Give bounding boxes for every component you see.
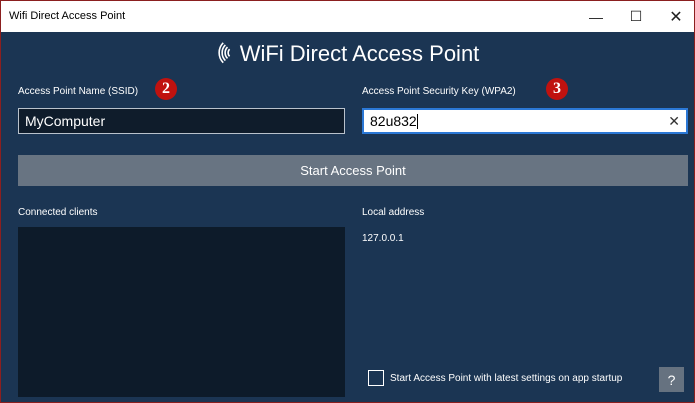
clear-icon[interactable]: ✕ [668, 113, 680, 130]
ssid-value: MyComputer [25, 113, 106, 129]
app-heading: WiFi Direct Access Point [1, 41, 694, 67]
local-address-label: Local address [362, 207, 425, 218]
ssid-input[interactable]: MyComputer [18, 108, 345, 134]
key-callout-badge: 3 [546, 78, 568, 100]
local-address-value: 127.0.0.1 [362, 233, 404, 244]
startup-option-label: Start Access Point with latest settings … [390, 372, 623, 384]
connected-clients-list[interactable] [18, 227, 345, 397]
key-label: Access Point Security Key (WPA2) [362, 86, 516, 97]
help-button[interactable]: ? [659, 367, 684, 392]
window-title: Wifi Direct Access Point [9, 10, 126, 22]
ssid-callout-badge: 2 [155, 78, 177, 100]
connected-clients-label: Connected clients [18, 207, 98, 218]
startup-option[interactable]: Start Access Point with latest settings … [368, 370, 622, 386]
wifi-icon [210, 40, 239, 69]
close-button[interactable]: ✕ [656, 1, 694, 32]
ssid-label: Access Point Name (SSID) [18, 86, 139, 97]
start-access-point-button[interactable]: Start Access Point [18, 155, 688, 186]
key-input[interactable]: 82u832 ✕ [362, 108, 688, 134]
app-heading-text: WiFi Direct Access Point [239, 41, 480, 66]
text-caret [416, 114, 418, 130]
startup-checkbox[interactable] [368, 370, 384, 386]
title-bar: Wifi Direct Access Point — ☐ ✕ [1, 1, 694, 32]
maximize-button[interactable]: ☐ [616, 1, 656, 32]
app-window: Wifi Direct Access Point — ☐ ✕ WiFi Dire… [0, 0, 695, 403]
minimize-button[interactable]: — [576, 1, 616, 32]
key-value: 82u832 [370, 112, 417, 129]
